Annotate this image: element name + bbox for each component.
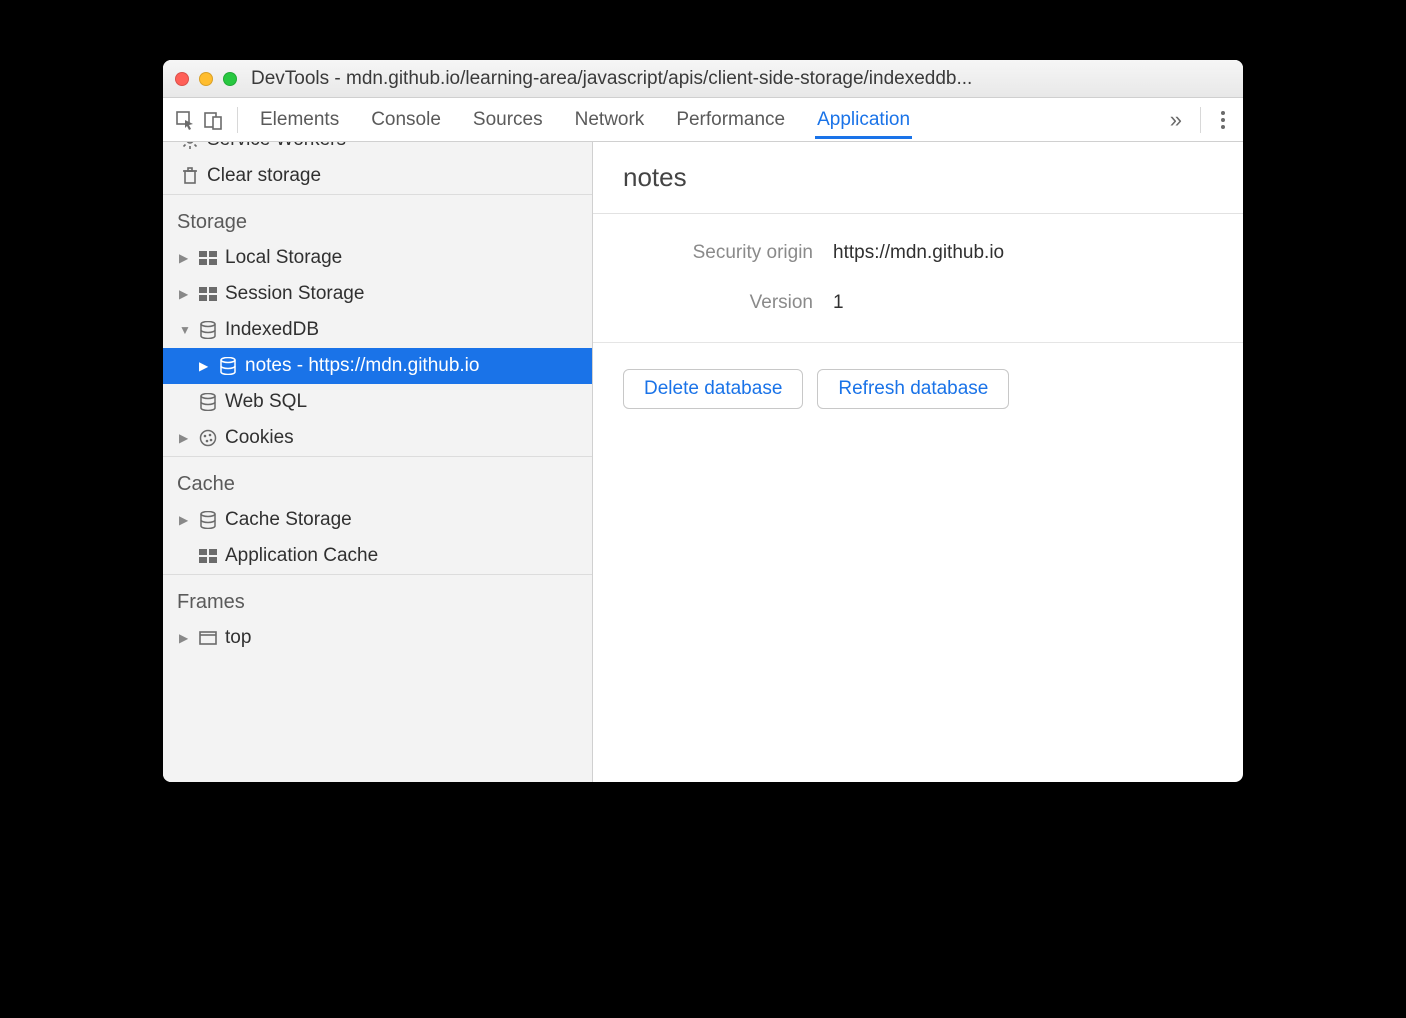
titlebar: DevTools - mdn.github.io/learning-area/j… bbox=[163, 60, 1243, 98]
tab-application[interactable]: Application bbox=[815, 101, 912, 139]
expand-icon: ▶ bbox=[179, 513, 191, 527]
window-controls bbox=[175, 72, 237, 86]
sidebar-item-label: Application Cache bbox=[225, 545, 378, 567]
minimize-window-button[interactable] bbox=[199, 72, 213, 86]
devtools-tabs: Elements Console Sources Network Perform… bbox=[258, 101, 1162, 139]
collapse-icon: ▼ bbox=[179, 323, 191, 337]
security-origin-value: https://mdn.github.io bbox=[833, 242, 1004, 264]
sidebar-item-indexeddb[interactable]: ▼ IndexedDB bbox=[163, 312, 592, 348]
devtools-window: DevTools - mdn.github.io/learning-area/j… bbox=[163, 60, 1243, 782]
frame-icon bbox=[197, 631, 219, 645]
sidebar-item-label: Local Storage bbox=[225, 247, 342, 269]
maximize-window-button[interactable] bbox=[223, 72, 237, 86]
inspect-element-icon[interactable] bbox=[171, 106, 199, 134]
tab-sources[interactable]: Sources bbox=[471, 101, 545, 139]
gear-icon bbox=[179, 142, 201, 149]
database-details: Security origin https://mdn.github.io Ve… bbox=[593, 214, 1243, 343]
sidebar-item-frames-top[interactable]: ▶ top bbox=[163, 620, 592, 656]
storage-grid-icon bbox=[197, 251, 219, 265]
sidebar-item-application-cache[interactable]: ▶ Application Cache bbox=[163, 538, 592, 574]
window-title: DevTools - mdn.github.io/learning-area/j… bbox=[251, 68, 1231, 90]
expand-icon: ▶ bbox=[179, 287, 191, 301]
security-origin-label: Security origin bbox=[623, 242, 833, 264]
sidebar-section-frames: Frames bbox=[163, 574, 592, 620]
storage-grid-icon bbox=[197, 549, 219, 563]
tab-elements[interactable]: Elements bbox=[258, 101, 341, 139]
sidebar-item-label: IndexedDB bbox=[225, 319, 319, 341]
toolbar-divider bbox=[1200, 107, 1201, 133]
tab-performance[interactable]: Performance bbox=[674, 101, 787, 139]
refresh-database-button[interactable]: Refresh database bbox=[817, 369, 1009, 409]
tabs-overflow-icon[interactable]: » bbox=[1162, 107, 1190, 133]
delete-database-button[interactable]: Delete database bbox=[623, 369, 803, 409]
storage-grid-icon bbox=[197, 287, 219, 301]
database-icon bbox=[197, 511, 219, 529]
sidebar-item-service-workers[interactable]: Service Workers bbox=[163, 142, 592, 158]
sidebar-item-label: Web SQL bbox=[225, 391, 307, 413]
database-icon bbox=[197, 321, 219, 339]
sidebar-item-label: Session Storage bbox=[225, 283, 364, 305]
sidebar-item-cache-storage[interactable]: ▶ Cache Storage bbox=[163, 502, 592, 538]
toolbar-divider bbox=[237, 107, 238, 133]
sidebar-item-session-storage[interactable]: ▶ Session Storage bbox=[163, 276, 592, 312]
sidebar-item-clear-storage[interactable]: Clear storage bbox=[163, 158, 592, 194]
tab-console[interactable]: Console bbox=[369, 101, 443, 139]
tab-network[interactable]: Network bbox=[573, 101, 647, 139]
more-options-icon[interactable] bbox=[1211, 111, 1235, 129]
trash-icon bbox=[179, 167, 201, 185]
sidebar-item-label: top bbox=[225, 627, 251, 649]
sidebar-item-label: Service Workers bbox=[207, 142, 346, 151]
sidebar-item-label: Cache Storage bbox=[225, 509, 352, 531]
expand-icon: ▶ bbox=[179, 431, 191, 445]
sidebar-section-cache: Cache bbox=[163, 456, 592, 502]
cookie-icon bbox=[197, 429, 219, 447]
sidebar-item-indexeddb-notes[interactable]: ▶ notes - https://mdn.github.io bbox=[163, 348, 592, 384]
database-icon bbox=[197, 393, 219, 411]
expand-icon: ▶ bbox=[199, 359, 211, 373]
database-icon bbox=[217, 357, 239, 375]
expand-icon: ▶ bbox=[179, 251, 191, 265]
sidebar-item-label: notes - https://mdn.github.io bbox=[245, 355, 479, 377]
main-panel: notes Security origin https://mdn.github… bbox=[593, 142, 1243, 782]
sidebar-item-cookies[interactable]: ▶ Cookies bbox=[163, 420, 592, 456]
sidebar-item-local-storage[interactable]: ▶ Local Storage bbox=[163, 240, 592, 276]
sidebar-item-label: Clear storage bbox=[207, 165, 321, 187]
database-title: notes bbox=[593, 142, 1243, 214]
sidebar-item-label: Cookies bbox=[225, 427, 294, 449]
database-actions: Delete database Refresh database bbox=[593, 343, 1243, 435]
version-label: Version bbox=[623, 292, 833, 314]
version-value: 1 bbox=[833, 292, 844, 314]
expand-icon: ▶ bbox=[179, 631, 191, 645]
sidebar-item-websql[interactable]: ▶ Web SQL bbox=[163, 384, 592, 420]
device-toolbar-icon[interactable] bbox=[199, 106, 227, 134]
sidebar-section-storage: Storage bbox=[163, 194, 592, 240]
application-sidebar: Service Workers Clear storage Storage ▶ … bbox=[163, 142, 593, 782]
devtools-toolbar: Elements Console Sources Network Perform… bbox=[163, 98, 1243, 142]
close-window-button[interactable] bbox=[175, 72, 189, 86]
